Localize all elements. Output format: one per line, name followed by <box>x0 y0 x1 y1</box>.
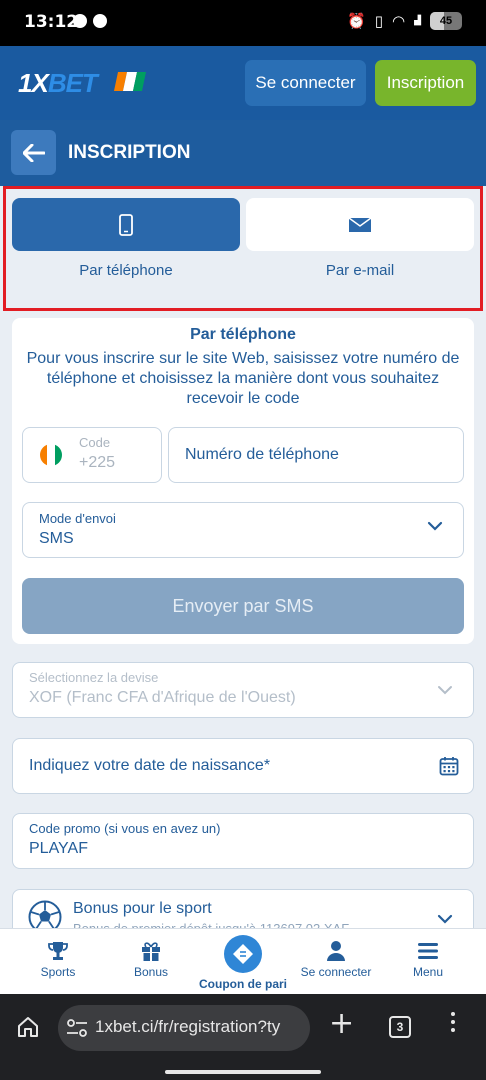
phone-registration-form: Par téléphone Pour vous inscrire sur le … <box>12 318 474 644</box>
status-time: 13:12 <box>24 12 79 32</box>
nav-sports-label: Sports <box>40 965 76 979</box>
country-code-field[interactable]: Code +225 <box>22 427 162 483</box>
wifi-icon: ◠ <box>391 12 406 30</box>
envelope-icon <box>348 216 372 232</box>
battery-level: 45 <box>439 15 453 27</box>
user-icon <box>327 941 345 961</box>
chevron-down-icon <box>437 914 453 924</box>
site-header: 1XBET Se connecter Inscription <box>0 46 486 120</box>
browser-menu-icon[interactable] <box>451 1012 455 1032</box>
nav-login[interactable]: Se connecter <box>296 939 376 979</box>
form-heading: Par téléphone <box>190 326 296 343</box>
site-settings-icon[interactable] <box>66 1018 88 1038</box>
registration-tabs: Par téléphone Par e-mail <box>0 186 486 316</box>
flag-icon <box>113 72 147 91</box>
status-bar: 13:12 ⏰ ▯ ◠ ▟ 45 <box>0 0 486 46</box>
gesture-bar <box>165 1070 321 1074</box>
birthdate-input[interactable]: Indiquez votre date de naissance* <box>12 738 474 794</box>
url-text: 1xbet.ci/fr/registration?ty <box>95 1017 281 1036</box>
register-button[interactable]: Inscription <box>375 60 476 106</box>
home-icon[interactable] <box>16 1016 40 1038</box>
tab-email[interactable] <box>246 198 474 251</box>
send-mode-label: Mode d'envoi <box>39 511 116 526</box>
battery-icon: 45 <box>430 12 462 30</box>
nav-bonus-label: Bonus <box>133 965 169 979</box>
phone-number-input[interactable]: Numéro de téléphone <box>168 427 464 483</box>
promo-label: Code promo (si vous en avez un) <box>29 821 221 836</box>
chevron-down-icon <box>427 521 443 531</box>
nav-bonus[interactable]: Bonus <box>111 939 191 979</box>
currency-select[interactable]: Sélectionnez la devise XOF (Franc CFA d'… <box>12 662 474 718</box>
calendar-icon[interactable] <box>439 756 459 776</box>
hamburger-icon <box>418 943 438 959</box>
back-button[interactable] <box>11 130 56 175</box>
tab-phone[interactable] <box>12 198 240 251</box>
nav-coupon-label: Coupon de pari <box>199 977 287 991</box>
connect-button[interactable]: Se connecter <box>245 60 366 106</box>
browser-toolbar: 1xbet.ci/fr/registration?ty + 3 <box>0 994 486 1080</box>
trophy-icon <box>48 942 68 960</box>
code-value: +225 <box>79 454 116 471</box>
nav-coupon[interactable]: Coupon de pari <box>196 935 290 991</box>
logo-suffix: BET <box>47 68 98 98</box>
messenger-icon <box>73 14 87 28</box>
nav-menu[interactable]: Menu <box>388 939 468 979</box>
logo-prefix: 1X <box>18 68 49 98</box>
birthdate-placeholder: Indiquez votre date de naissance* <box>29 757 271 774</box>
alarm-icon: ⏰ <box>347 12 366 30</box>
send-mode-value: SMS <box>39 530 74 547</box>
promo-value: PLAYAF <box>29 840 88 857</box>
nav-login-label: Se connecter <box>300 965 372 979</box>
chevron-down-icon <box>438 686 452 695</box>
bottom-navigation: Sports Bonus Coupon de pari Se connecter… <box>0 928 486 994</box>
vibrate-icon: ▯ <box>374 12 383 30</box>
tab-phone-label[interactable]: Par téléphone <box>12 262 240 279</box>
country-flag-icon <box>40 444 62 466</box>
new-tab-icon[interactable]: + <box>329 1009 354 1039</box>
page-title: INSCRIPTION <box>68 142 191 163</box>
nav-menu-label: Menu <box>412 965 444 979</box>
tab-email-label[interactable]: Par e-mail <box>246 262 474 279</box>
currency-value: XOF (Franc CFA d'Afrique de l'Ouest) <box>29 689 296 706</box>
ticket-icon <box>233 944 253 964</box>
url-bar[interactable]: 1xbet.ci/fr/registration?ty <box>58 1005 310 1051</box>
signal-icon: ▟ <box>414 15 421 26</box>
nav-sports[interactable]: Sports <box>18 939 98 979</box>
code-label: Code <box>79 435 111 450</box>
logo[interactable]: 1XBET <box>18 68 98 99</box>
promo-code-input[interactable]: Code promo (si vous en avez un) PLAYAF <box>12 813 474 869</box>
tab-switcher-button[interactable]: 3 <box>389 1016 411 1038</box>
currency-label: Sélectionnez la devise <box>29 670 159 685</box>
arrow-left-icon <box>22 143 45 162</box>
send-sms-button[interactable]: Envoyer par SMS <box>22 578 464 634</box>
send-mode-select[interactable]: Mode d'envoi SMS <box>22 502 464 558</box>
bonus-title: Bonus pour le sport <box>73 900 212 917</box>
chat-icon <box>93 14 107 28</box>
title-bar: INSCRIPTION <box>0 120 486 186</box>
gift-icon <box>142 942 160 961</box>
phone-icon <box>119 213 133 236</box>
form-description: Pour vous inscrire sur le site Web, sais… <box>26 350 460 407</box>
phone-placeholder: Numéro de téléphone <box>185 446 339 463</box>
